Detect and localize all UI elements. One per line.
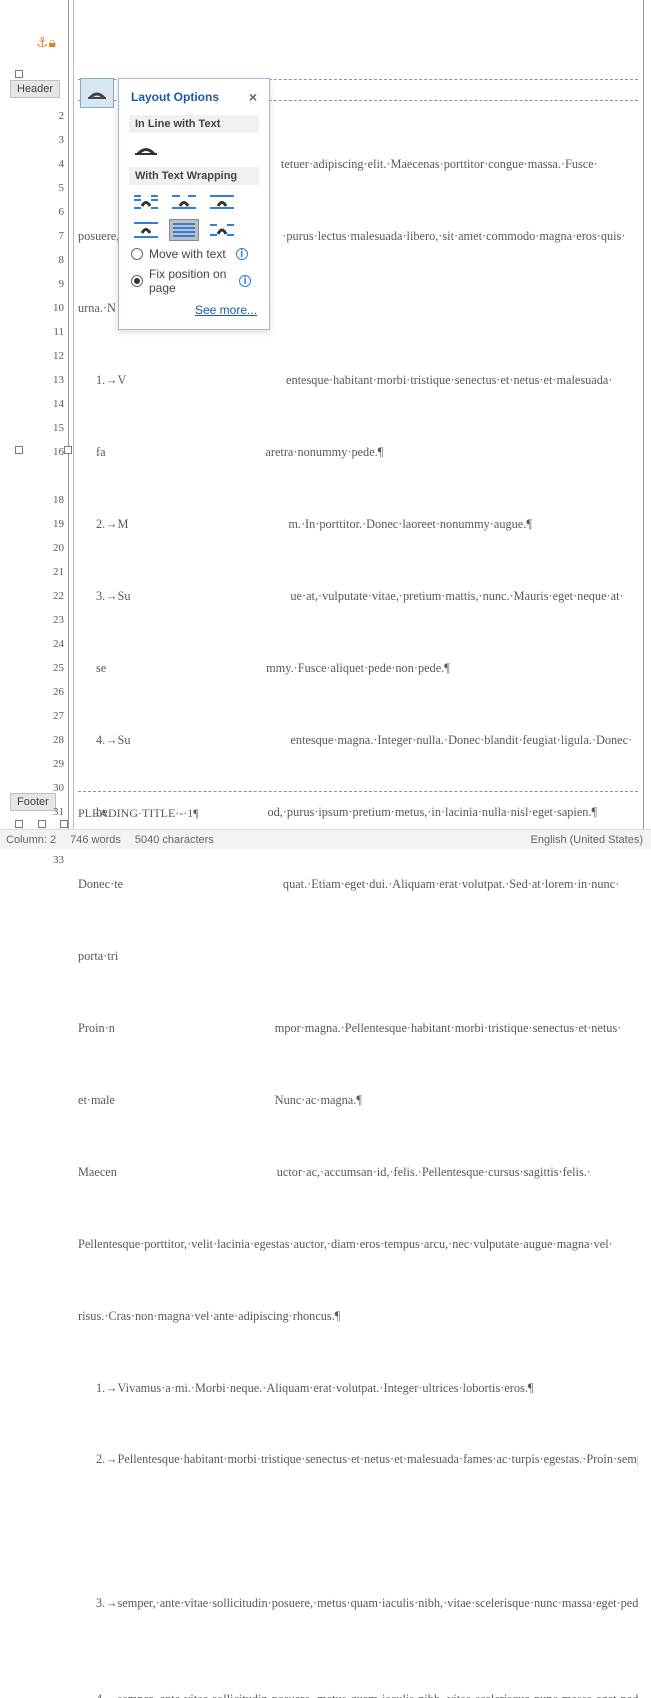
doc-line[interactable]: fa aretra·nonummy·pede.¶ (78, 440, 638, 464)
close-icon[interactable]: × (249, 89, 257, 105)
line-number: 15 (44, 416, 64, 440)
layout-options-popout: Layout Options × In Line with Text With … (118, 78, 270, 330)
doc-line[interactable]: risus.·Cras·non·magna·vel·ante·adipiscin… (78, 1304, 638, 1328)
doc-line[interactable]: porta·tri (78, 944, 638, 968)
line-number: 29 (44, 752, 64, 776)
wrap-topbottom-icon[interactable] (131, 219, 161, 241)
line-number: 18 (44, 488, 64, 512)
line-number: 10 (44, 296, 64, 320)
line-number: 25 (44, 656, 64, 680)
selection-handle[interactable] (15, 446, 23, 454)
doc-line[interactable]: Donec·te quat.·Etiam·eget·dui.·Aliquam·e… (78, 872, 638, 896)
line-number: 27 (44, 704, 64, 728)
doc-line[interactable]: et·male Nunc·ac·magna.¶ (78, 1088, 638, 1112)
move-with-text-radio[interactable]: Move with text i (131, 247, 257, 261)
doc-line[interactable]: 1.→Vivamus·a·mi.·Morbi·neque.·Aliquam·er… (78, 1376, 638, 1400)
line-number: 26 (44, 680, 64, 704)
line-number: 33 (44, 848, 64, 872)
line-number: 30 (44, 776, 64, 800)
doc-line[interactable]: 4.→semper,·ante·vitae·sollicitudin·posue… (78, 1688, 638, 1698)
line-number: 28 (44, 728, 64, 752)
line-number: 24 (44, 632, 64, 656)
doc-line[interactable]: Pellentesque·porttitor,·velit·lacinia·eg… (78, 1232, 638, 1256)
doc-line[interactable]: 3.→semper,·ante·vitae·sollicitudin·posue… (78, 1592, 638, 1640)
info-icon[interactable]: i (239, 275, 251, 287)
doc-line[interactable]: 2.→Pellentesque·habitant·morbi·tristique… (78, 1448, 638, 1544)
line-number-gutter: 2 3 4 5 6 7 8 9 10 11 12 13 14 15 16 18 … (44, 104, 64, 872)
doc-line[interactable]: Proin·n mpor·magna.·Pellentesque·habitan… (78, 1016, 638, 1040)
line-number: 2 (44, 104, 64, 128)
wrap-tight-icon[interactable] (169, 191, 199, 213)
line-number: 21 (44, 560, 64, 584)
status-chars[interactable]: 5040 characters (135, 834, 214, 846)
wrap-behind-text-icon[interactable] (169, 219, 199, 241)
doc-line[interactable]: 4.→Su entesque·magna.·Integer·nulla.·Don… (78, 728, 638, 752)
doc-line[interactable]: se mmy.·Fusce·aliquet·pede·non·pede.¶ (78, 656, 638, 680)
selection-handle[interactable] (60, 820, 68, 828)
layout-options-title: Layout Options (131, 90, 219, 104)
selection-handle[interactable] (38, 820, 46, 828)
line-number: 14 (44, 392, 64, 416)
section-inline-label: In Line with Text (129, 115, 259, 133)
selection-handle[interactable] (15, 70, 23, 78)
doc-line[interactable]: Maecen uctor·ac,·accumsan·id,·felis.·Pel… (78, 1160, 638, 1184)
anchor-lock-icon: ⚓︎🔒︎ (36, 34, 56, 51)
line-number: 13 (44, 368, 64, 392)
line-number: 7 (44, 224, 64, 248)
line-number: 23 (44, 608, 64, 632)
line-number: 8 (44, 248, 64, 272)
wrap-square-icon[interactable] (131, 191, 161, 213)
status-words[interactable]: 746 words (70, 834, 121, 846)
line-number: 3 (44, 128, 64, 152)
status-lang[interactable]: English (United States) (531, 834, 644, 846)
fix-position-radio[interactable]: Fix position on page i (131, 267, 257, 295)
radio-icon (131, 248, 143, 260)
header-badge[interactable]: Header (10, 80, 60, 98)
line-number: 11 (44, 320, 64, 344)
line-number: 6 (44, 200, 64, 224)
document-body[interactable]: tetuer·adipiscing·elit.·Maecenas·porttit… (78, 104, 638, 1698)
radio-label: Move with text (149, 247, 226, 261)
line-number: 19 (44, 512, 64, 536)
page-border-left (68, 0, 69, 849)
info-icon[interactable]: i (236, 248, 248, 260)
object-layout-anchor-button[interactable] (80, 78, 114, 108)
page-border-right (643, 0, 644, 849)
doc-line[interactable]: 1.→V entesque·habitant·morbi·tristique·s… (78, 368, 638, 392)
line-number: 4 (44, 152, 64, 176)
wrap-through-icon[interactable] (207, 191, 237, 213)
radio-icon (131, 275, 143, 287)
page-border-left-inner (73, 0, 74, 849)
line-number: 12 (44, 344, 64, 368)
wrap-inline-icon[interactable] (131, 139, 161, 161)
line-number (44, 464, 64, 488)
see-more-link[interactable]: See more... (195, 303, 257, 317)
line-number: 20 (44, 536, 64, 560)
selection-handle[interactable] (15, 820, 23, 828)
radio-label: Fix position on page (149, 267, 229, 295)
status-column[interactable]: Column: 2 (6, 834, 56, 846)
pleading-title[interactable]: PLEADING·TITLE·-·1¶ (78, 806, 199, 821)
section-wrap-label: With Text Wrapping (129, 167, 259, 185)
doc-line[interactable]: 3.→Su ue·at,·vulputate·vitae,·pretium·ma… (78, 584, 638, 608)
line-number: 5 (44, 176, 64, 200)
line-number: 22 (44, 584, 64, 608)
wrap-in-front-icon[interactable] (207, 219, 237, 241)
line-number: 16 (44, 440, 64, 464)
line-number: 9 (44, 272, 64, 296)
status-bar: Column: 2 746 words 5040 characters Engl… (0, 829, 651, 849)
layout-object-icon (86, 84, 108, 102)
doc-line[interactable]: 2.→M m.·In·porttitor.·Donec·laoreet·nonu… (78, 512, 638, 536)
selection-handle[interactable] (64, 446, 72, 454)
